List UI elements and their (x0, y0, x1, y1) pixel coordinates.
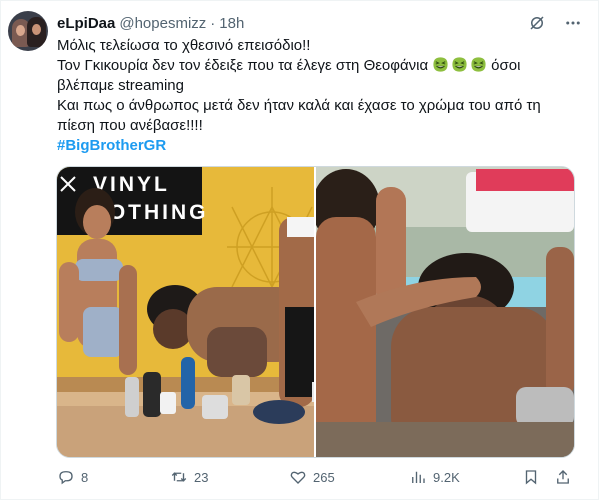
tweet-text-line: πίεση που ανέβασε!!!! (57, 117, 203, 134)
tweet-text-line: βλέπαμε streaming (57, 77, 184, 94)
tweet-header: eLpiDaa @hopesmizz · 18h (57, 13, 244, 33)
tweet-photo-1[interactable]: VINYL LOTHING (57, 167, 314, 457)
tweet-photo-2[interactable] (316, 167, 574, 457)
laughing-face-emoji-icon (471, 57, 486, 72)
tweet-text-segment: Τον Γκικουρία δεν τον έδειξε που τα έλεγ… (57, 57, 429, 74)
like-button[interactable]: 265 (289, 468, 335, 486)
tweet-action-bar: 8 23 265 9.2K (57, 468, 577, 490)
retweet-button[interactable]: 23 (170, 468, 208, 486)
laughing-face-emoji-icon (433, 57, 448, 72)
emoji-group (432, 56, 487, 73)
avatar[interactable] (8, 11, 48, 51)
tweet-text-line: Μόλις τελείωσα το χθεσινό επεισόδιο!! (57, 37, 311, 54)
tweet-text-segment: όσοι (491, 57, 521, 74)
bookmark-icon (525, 470, 537, 485)
heart-icon (290, 471, 306, 484)
timestamp[interactable]: 18h (219, 15, 244, 32)
share-icon (557, 470, 569, 484)
author-handle[interactable]: @hopesmizz (119, 15, 206, 32)
share-button[interactable] (554, 468, 572, 486)
tweet-text-line-with-emoji: Τον Γκικουρία δεν τον έδειξε που τα έλεγ… (57, 56, 577, 76)
bookmark-button[interactable] (522, 468, 540, 486)
tweet-text: Μόλις τελείωσα το χθεσινό επεισόδιο!! Το… (57, 36, 577, 156)
author-name[interactable]: eLpiDaa (57, 15, 115, 32)
more-dots-icon[interactable] (562, 12, 584, 34)
reply-count: 8 (81, 469, 89, 485)
views-count: 9.2K (433, 469, 460, 485)
tweet-card[interactable]: eLpiDaa @hopesmizz · 18h Μόλις τελείωσα … (0, 0, 599, 500)
views-button[interactable]: 9.2K (409, 468, 460, 486)
tweet-text-line: Και πως ο άνθρωπος μετά δεν ήταν καλά κα… (57, 97, 541, 114)
hashtag-link[interactable]: #BigBrotherGR (57, 136, 577, 156)
laughing-face-emoji-icon (452, 57, 467, 72)
retweet-count: 23 (194, 469, 209, 485)
separator-dot: · (210, 14, 216, 32)
like-count: 265 (313, 469, 335, 485)
retweet-icon (171, 472, 187, 482)
media-grid: VINYL LOTHING (56, 166, 575, 458)
views-chart-icon (412, 471, 425, 483)
reply-icon (59, 471, 73, 485)
tweet-top-actions (526, 12, 584, 34)
no-grok-slash-icon[interactable] (526, 12, 548, 34)
reply-button[interactable]: 8 (57, 468, 88, 486)
